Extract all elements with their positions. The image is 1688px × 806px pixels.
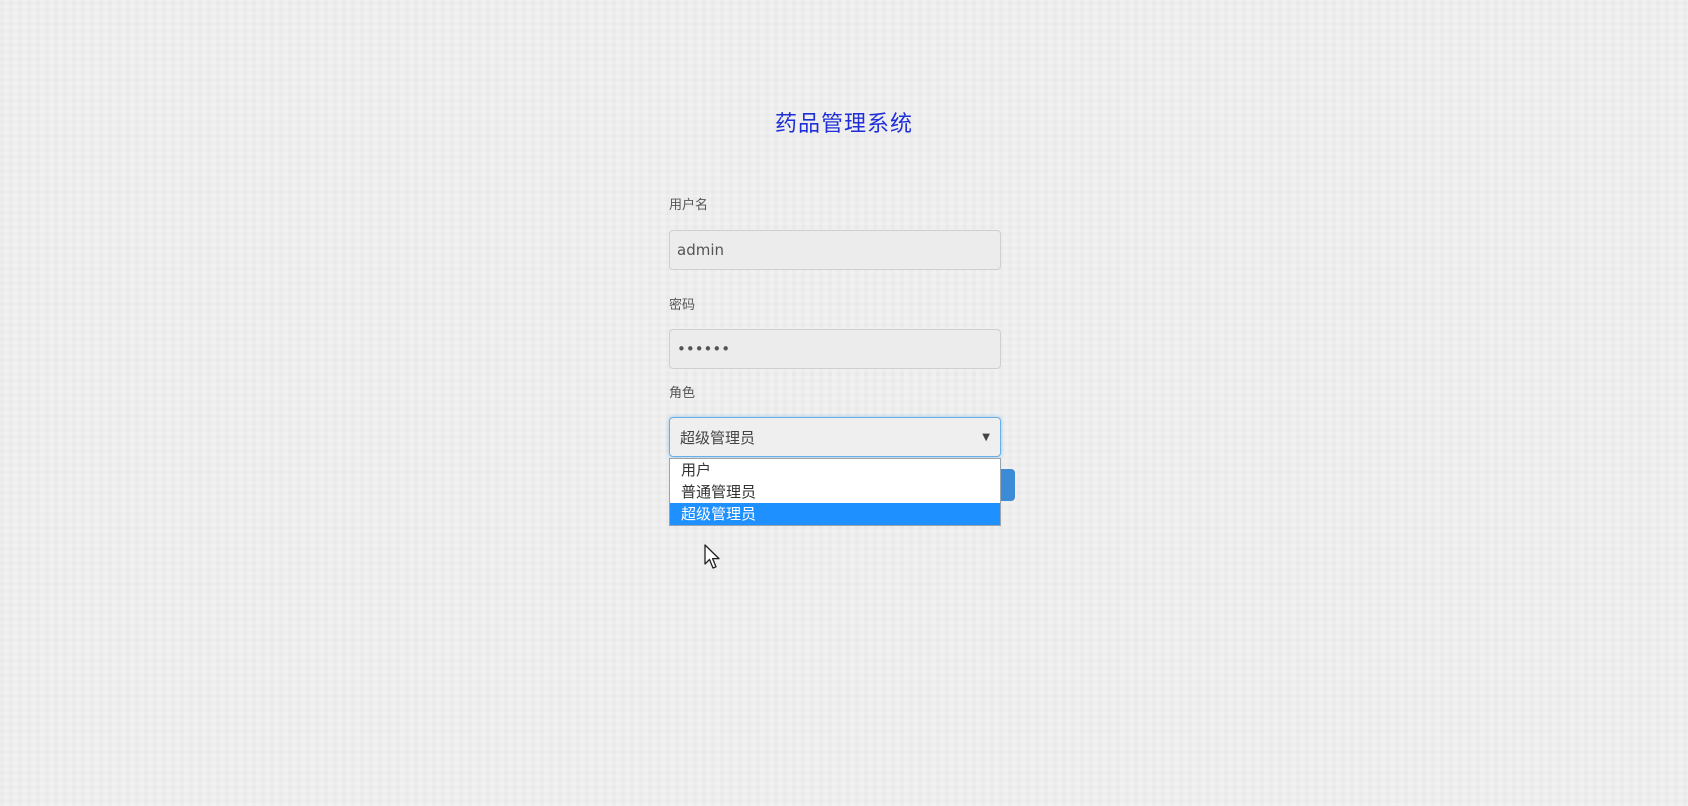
role-label: 角色: [669, 386, 696, 401]
role-select[interactable]: 超级管理员 ▼: [669, 417, 1001, 457]
role-select-value: 超级管理员: [680, 428, 756, 447]
mouse-pointer-icon: [704, 544, 720, 569]
triangle-down-icon: ▼: [982, 431, 990, 443]
password-input[interactable]: [669, 329, 1001, 369]
password-label: 密码: [669, 298, 696, 313]
role-option-user[interactable]: 用户: [670, 459, 1000, 481]
role-option-normal-admin[interactable]: 普通管理员: [670, 481, 1000, 503]
username-input[interactable]: [669, 230, 1001, 270]
username-label: 用户名: [669, 198, 709, 213]
role-option-super-admin[interactable]: 超级管理员: [670, 503, 1000, 525]
page-title: 药品管理系统: [774, 112, 913, 137]
role-dropdown-list: 用户 普通管理员 超级管理员: [669, 458, 1001, 526]
